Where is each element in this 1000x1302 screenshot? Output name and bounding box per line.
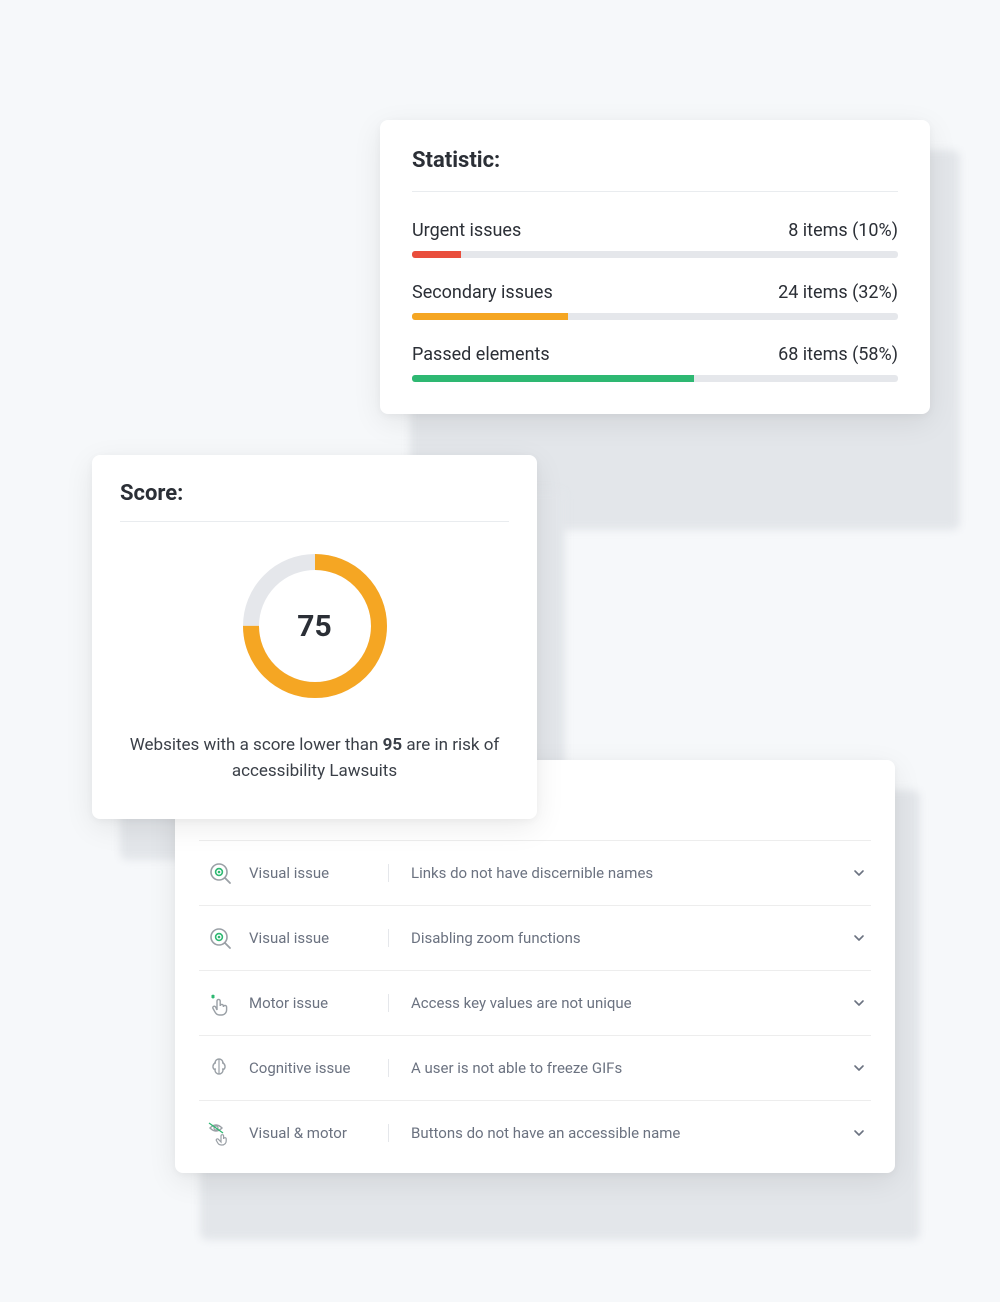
issue-description: Disabling zoom functions xyxy=(389,929,851,947)
stat-row: Passed elements 68 items (58%) xyxy=(412,344,898,382)
score-value: 75 xyxy=(235,546,395,706)
issue-row[interactable]: Cognitive issue A user is not able to fr… xyxy=(199,1035,871,1100)
issue-description: Access key values are not unique xyxy=(389,994,851,1012)
issue-description: A user is not able to freeze GIFs xyxy=(389,1059,851,1077)
issue-row[interactable]: Motor issue Access key values are not un… xyxy=(199,970,871,1035)
progress-fill xyxy=(412,251,461,258)
stat-row-value: 24 items (32%) xyxy=(778,282,898,303)
issue-description: Buttons do not have an accessible name xyxy=(389,1124,851,1142)
stat-row-value: 8 items (10%) xyxy=(788,220,898,241)
progress-track xyxy=(412,313,898,320)
stat-row: Secondary issues 24 items (32%) xyxy=(412,282,898,320)
issue-category: Visual issue xyxy=(249,864,389,882)
chevron-down-icon xyxy=(851,995,867,1011)
stat-row-value: 68 items (58%) xyxy=(778,344,898,365)
score-card: Score: 75 Websites with a score lower th… xyxy=(92,455,537,819)
progress-fill xyxy=(412,375,694,382)
issue-category: Visual issue xyxy=(249,929,389,947)
stat-row-label: Passed elements xyxy=(412,344,550,365)
stat-row: Urgent issues 8 items (10%) xyxy=(412,220,898,258)
issue-description: Links do not have discernible names xyxy=(389,864,851,882)
issue-category: Visual & motor xyxy=(249,1124,389,1142)
progress-track xyxy=(412,251,898,258)
statistic-card: Statistic: Urgent issues 8 items (10%) S… xyxy=(380,120,930,414)
issues-card: Visual issue Links do not have discernib… xyxy=(175,760,895,1173)
eye-magnifier-icon xyxy=(203,924,237,952)
progress-track xyxy=(412,375,898,382)
score-gauge: 75 xyxy=(235,546,395,706)
stat-row-label: Secondary issues xyxy=(412,282,553,303)
stat-row-label: Urgent issues xyxy=(412,220,521,241)
chevron-down-icon xyxy=(851,865,867,881)
brain-icon xyxy=(203,1054,237,1082)
chevron-down-icon xyxy=(851,1060,867,1076)
issue-category: Motor issue xyxy=(249,994,389,1012)
progress-fill xyxy=(412,313,568,320)
eye-magnifier-icon xyxy=(203,859,237,887)
score-title: Score: xyxy=(120,481,509,522)
issue-row[interactable]: Visual & motor Buttons do not have an ac… xyxy=(199,1100,871,1165)
issue-row[interactable]: Visual issue Disabling zoom functions xyxy=(199,905,871,970)
hand-pointer-icon xyxy=(203,989,237,1017)
eye-hand-icon xyxy=(203,1119,237,1147)
chevron-down-icon xyxy=(851,930,867,946)
chevron-down-icon xyxy=(851,1125,867,1141)
issue-row[interactable]: Visual issue Links do not have discernib… xyxy=(199,840,871,905)
statistic-title: Statistic: xyxy=(412,148,898,192)
issue-category: Cognitive issue xyxy=(249,1059,389,1077)
score-caption: Websites with a score lower than 95 are … xyxy=(120,732,509,785)
